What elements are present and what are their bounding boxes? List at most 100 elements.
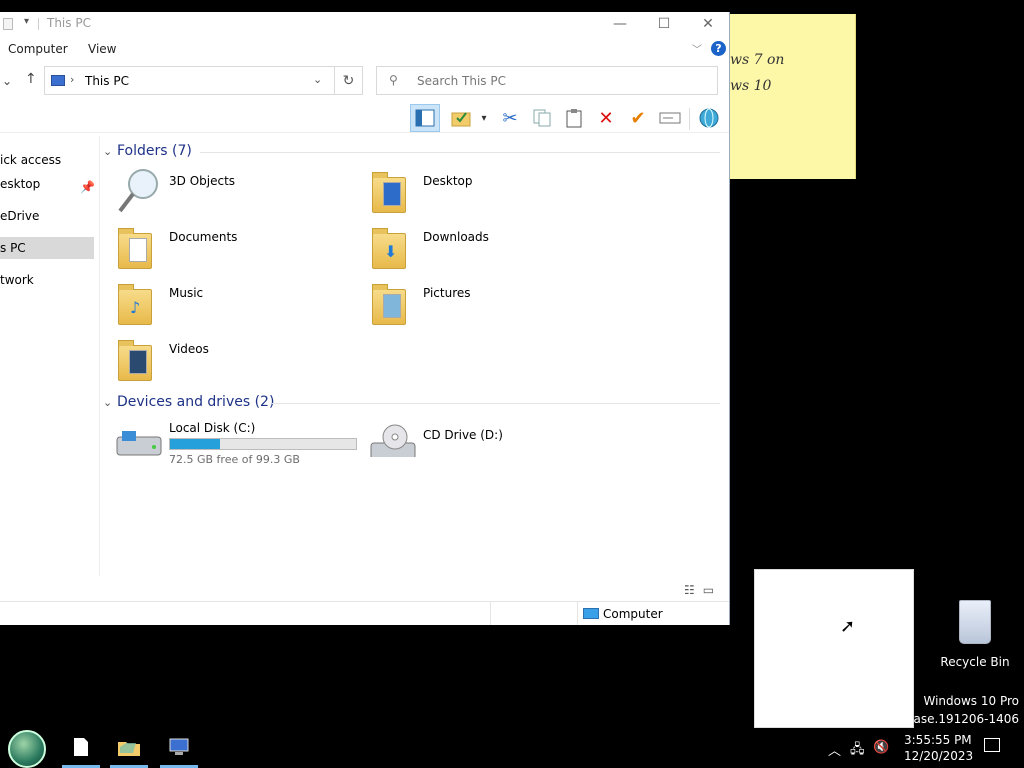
- folders-group-title: Folders (7): [117, 143, 192, 159]
- nav-item-this-pc[interactable]: s PC: [0, 237, 94, 259]
- maximize-button[interactable]: ☐: [642, 12, 686, 36]
- sticky-line: ws 7 on: [730, 52, 785, 68]
- volume-muted-icon[interactable]: 🔇: [873, 740, 889, 755]
- cd-drive-icon: [370, 424, 416, 457]
- folder-documents[interactable]: Documents: [116, 223, 356, 275]
- tab-view[interactable]: View: [88, 42, 116, 56]
- help-icon[interactable]: ?: [711, 41, 726, 56]
- title-bar[interactable]: ▾ This PC — ☐ ✕: [0, 12, 729, 36]
- recycle-bin-icon: [959, 600, 991, 644]
- cut-button[interactable]: ✂: [495, 104, 525, 132]
- globe-button[interactable]: [694, 104, 724, 132]
- collapse-ribbon-icon[interactable]: ﹀: [692, 41, 702, 56]
- nav-item-desktop[interactable]: esktop 📌: [0, 173, 94, 195]
- folder-desktop[interactable]: Desktop: [370, 167, 610, 219]
- chevron-down-icon[interactable]: ⌄: [313, 73, 322, 86]
- globe-icon: [699, 108, 719, 128]
- devices-group-title: Devices and drives (2): [117, 394, 275, 410]
- notifications-icon[interactable]: [984, 738, 1000, 752]
- pane-icon: [415, 109, 435, 127]
- delete-button[interactable]: ✕: [591, 104, 621, 132]
- folder-label: 3D Objects: [169, 174, 236, 188]
- address-bar[interactable]: › This PC ⌄: [44, 66, 335, 95]
- folder-icon: [118, 228, 152, 269]
- navigation-pane: ick access esktop 📌 eDrive s PC twork: [0, 136, 100, 576]
- options-dropdown-icon[interactable]: ▾: [472, 104, 496, 132]
- folder-label: Videos: [169, 342, 209, 356]
- up-arrow-icon[interactable]: ↑: [25, 71, 37, 87]
- paste-button[interactable]: [559, 104, 589, 132]
- divider: [0, 132, 729, 133]
- folder-check-icon: [451, 112, 471, 127]
- taskbar-app-computer[interactable]: [160, 728, 198, 768]
- quick-access-dropdown-icon[interactable]: ▾: [24, 16, 29, 27]
- folder-downloads[interactable]: ⬇ Downloads: [370, 223, 610, 275]
- nav-item-label: s PC: [0, 241, 26, 255]
- recent-locations-icon[interactable]: ⌄: [2, 74, 12, 88]
- drive-cd-d[interactable]: CD Drive (D:): [370, 421, 630, 471]
- close-button[interactable]: ✕: [686, 12, 729, 36]
- copy-button[interactable]: [527, 104, 557, 132]
- toolbar: ▾ ✂ ✕ ✔: [0, 102, 729, 134]
- drive-free-space: 72.5 GB free of 99.3 GB: [169, 453, 300, 466]
- nav-item-label: eDrive: [0, 209, 40, 223]
- properties-button[interactable]: ✔: [623, 104, 653, 132]
- watermark-edition: Windows 10 Pro: [923, 694, 1019, 708]
- preview-pane-button[interactable]: [410, 104, 440, 132]
- divider: [490, 602, 491, 625]
- folder-label: Documents: [169, 230, 238, 244]
- taskbar-app-notepad[interactable]: [62, 728, 100, 768]
- sticky-note[interactable]: ws 7 on ws 10: [730, 14, 856, 179]
- nav-item-onedrive[interactable]: eDrive: [0, 205, 94, 227]
- view-toggle-icons[interactable]: ☷▭: [684, 583, 722, 597]
- search-input[interactable]: ⚲ Search This PC: [376, 66, 718, 95]
- recycle-bin[interactable]: Recycle Bin: [940, 600, 1010, 669]
- document-icon: [74, 737, 88, 756]
- drive-name: Local Disk (C:): [169, 421, 256, 435]
- nav-item-label: ick access: [0, 153, 62, 167]
- clipboard-icon: [566, 109, 582, 128]
- show-hidden-icons-icon[interactable]: ︿: [828, 740, 841, 759]
- folder-icon: ⬇: [372, 228, 406, 269]
- divider: [38, 18, 39, 30]
- chevron-down-icon[interactable]: ⌄: [103, 145, 117, 158]
- folder-pictures[interactable]: Pictures: [370, 279, 610, 331]
- network-icon[interactable]: 🖧: [850, 740, 865, 762]
- watermark-build: release.191206-1406: [890, 712, 1019, 726]
- rename-button[interactable]: [655, 104, 685, 132]
- folders-group-header[interactable]: ⌄ Folders (7): [103, 143, 192, 159]
- drive-local-c[interactable]: Local Disk (C:) 72.5 GB free of 99.3 GB: [116, 421, 376, 471]
- pin-icon: 📌: [80, 180, 94, 194]
- refresh-button[interactable]: ↻: [335, 66, 363, 95]
- folder-label: Music: [169, 286, 204, 300]
- nav-item-label: esktop: [0, 177, 41, 191]
- folder-3d-objects[interactable]: 3D Objects: [116, 167, 356, 219]
- chevron-right-icon[interactable]: ›: [70, 73, 74, 86]
- nav-item-quick-access[interactable]: ick access: [0, 149, 94, 171]
- folder-icon: [118, 340, 152, 381]
- disk-usage-fill: [170, 439, 221, 449]
- nav-item-network[interactable]: twork: [0, 269, 94, 291]
- status-location: Computer: [603, 607, 663, 621]
- address-row: ⌄ ↑ › This PC ⌄ ↻ ⚲ Search This PC: [0, 66, 729, 96]
- chevron-down-icon[interactable]: ⌄: [103, 396, 117, 409]
- tab-computer[interactable]: Computer: [8, 42, 68, 56]
- folder-icon: ♪: [118, 284, 152, 325]
- hard-drive-icon: [116, 431, 162, 456]
- devices-group-header[interactable]: ⌄ Devices and drives (2): [103, 394, 274, 410]
- nav-item-label: twork: [0, 273, 34, 287]
- quick-access-icon[interactable]: [3, 18, 13, 30]
- clock[interactable]: 3:55:55 PM 12/20/2023: [904, 732, 973, 764]
- clock-time: 3:55:55 PM: [904, 733, 972, 747]
- start-orb-icon[interactable]: [8, 730, 46, 768]
- blank-popup[interactable]: [754, 569, 914, 728]
- minimize-button[interactable]: —: [598, 12, 642, 36]
- taskbar-app-explorer[interactable]: [110, 728, 148, 768]
- folder-videos[interactable]: Videos: [116, 335, 356, 387]
- copy-icon: [533, 109, 551, 127]
- folder-music[interactable]: ♪ Music: [116, 279, 356, 331]
- divider: [272, 403, 720, 404]
- ribbon-tabs: Computer View: [0, 38, 729, 60]
- address-path[interactable]: This PC: [85, 74, 129, 88]
- status-bar: Computer: [0, 601, 729, 625]
